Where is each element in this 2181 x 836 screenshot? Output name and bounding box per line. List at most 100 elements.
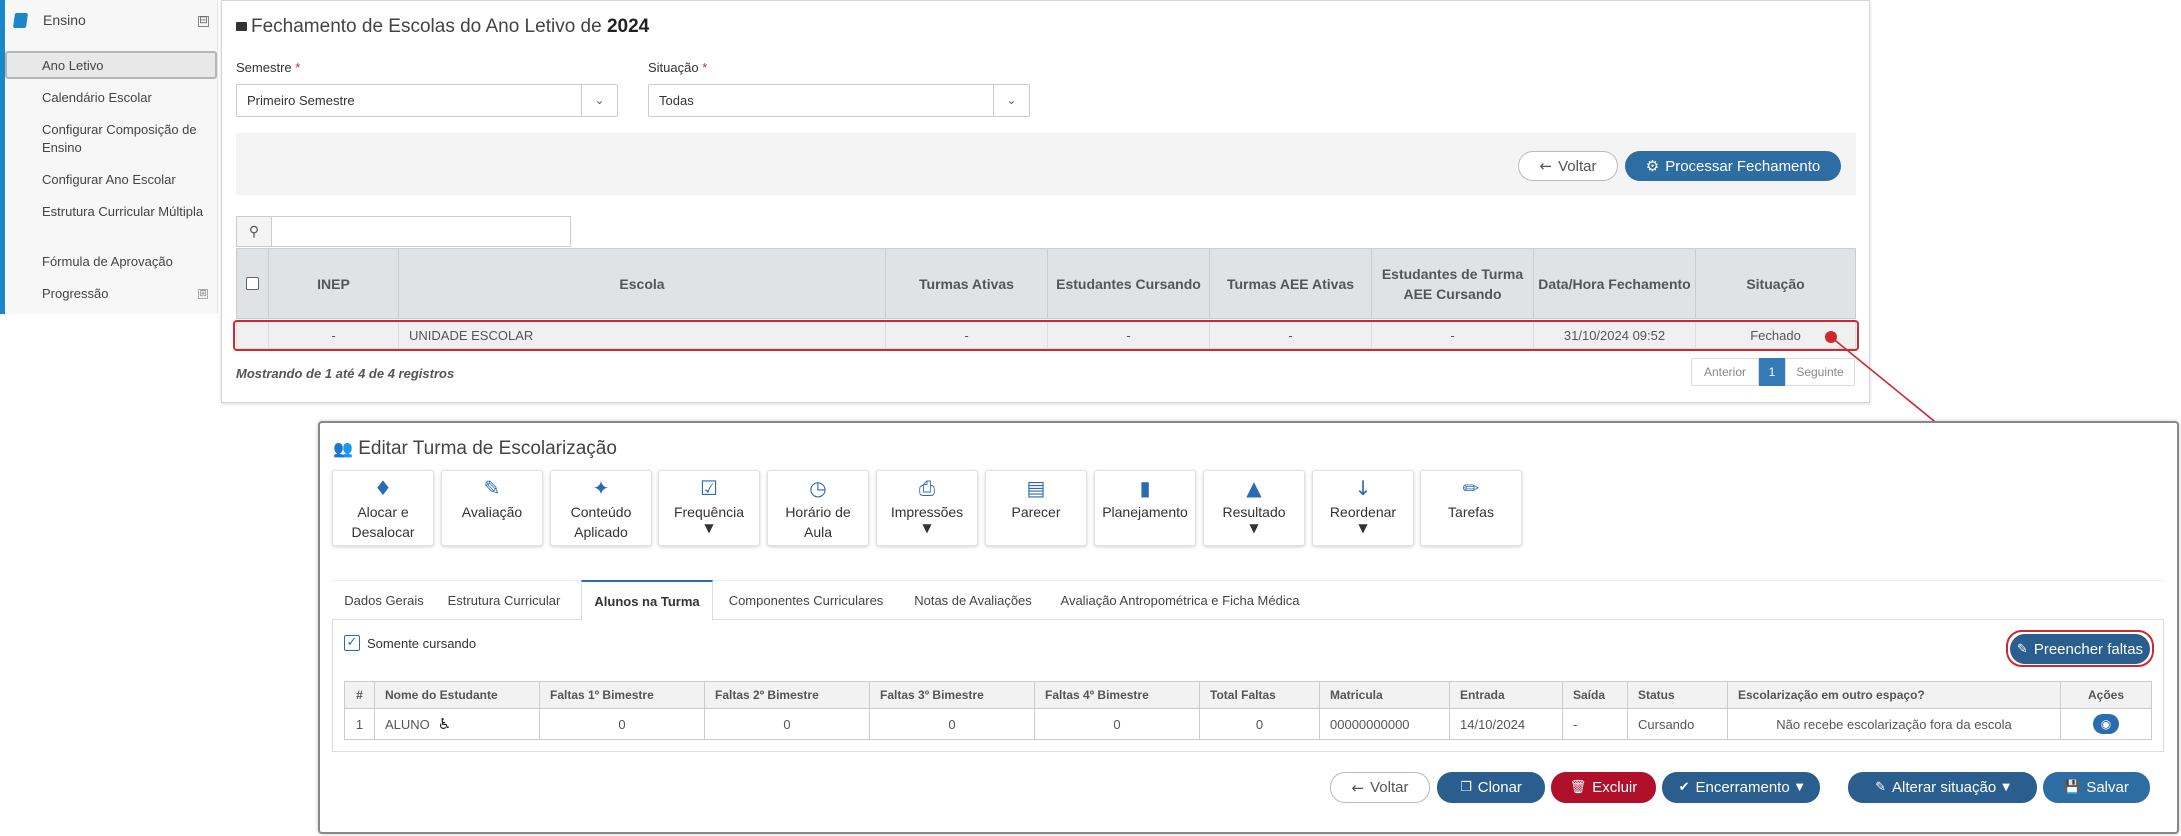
- column-header: Saída: [1563, 682, 1628, 708]
- accessibility-icon: ♿: [437, 715, 452, 733]
- check-icon: ✔: [1678, 780, 1690, 795]
- check-square-icon: ☑: [700, 476, 718, 500]
- column-header: Entrada: [1450, 682, 1563, 708]
- student-name: ALUNO: [385, 716, 430, 732]
- column-header: #: [345, 682, 375, 708]
- tile-alocar[interactable]: ♦ Alocar e Desalocar: [332, 470, 434, 546]
- student-number-cell: 1: [345, 709, 375, 739]
- student-name-cell: ALUNO ♿: [375, 709, 540, 739]
- back-button-label: Voltar: [1370, 779, 1409, 796]
- puzzle-icon: ♦: [374, 476, 392, 500]
- book-icon: ▮: [1139, 476, 1151, 500]
- change-status-label: Alterar situação: [1891, 779, 1997, 796]
- column-header: Faltas 2º Bimestre: [705, 682, 870, 708]
- tile-label: Resultado: [1222, 504, 1286, 520]
- tile-label: Horário de Aula: [785, 504, 851, 540]
- caret-down-icon: ▼: [2002, 782, 2010, 793]
- tab-componentes[interactable]: Componentes Curriculares: [718, 580, 894, 620]
- tile-parecer[interactable]: ▤ Parecer: [985, 470, 1087, 546]
- tile-label: Conteúdo Aplicado: [570, 504, 632, 540]
- delete-button[interactable]: 🗑 Excluir: [1551, 772, 1656, 803]
- sort-alpha-icon: ↓: [1354, 476, 1372, 500]
- tile-frequencia[interactable]: ☑ Frequência ▼: [658, 470, 760, 546]
- somente-cursando-filter[interactable]: ✓ Somente cursando: [344, 635, 476, 651]
- status-cell: Cursando: [1628, 709, 1728, 739]
- tile-avaliacao[interactable]: ✎ Avaliação: [441, 470, 543, 546]
- view-eye-icon[interactable]: ◉: [2093, 714, 2119, 734]
- tab-dados-gerais[interactable]: Dados Gerais: [334, 580, 434, 620]
- caret-down-icon: ▼: [1795, 782, 1804, 793]
- print-icon: ⎙: [919, 476, 935, 500]
- column-header: Ações: [2087, 688, 2125, 702]
- save-button-label: Salvar: [2086, 779, 2129, 796]
- tab-notas[interactable]: Notas de Avaliações: [902, 580, 1044, 620]
- actions-cell: ◉: [2061, 709, 2151, 739]
- tile-label: Tarefas: [1448, 504, 1494, 520]
- tab-antropometrica[interactable]: Avaliação Antropométrica e Ficha Médica: [1050, 580, 1310, 620]
- edit-icon: ✎: [483, 476, 501, 500]
- tile-conteudo[interactable]: ✦ Conteúdo Aplicado: [550, 470, 652, 546]
- tile-label: Planejamento: [1102, 504, 1188, 520]
- edit-icon: ✎: [1875, 780, 1886, 795]
- save-button[interactable]: 💾 Salvar: [2043, 772, 2150, 803]
- tab-alunos-na-turma[interactable]: Alunos na Turma: [581, 580, 713, 621]
- closure-dropdown-button[interactable]: ✔ Encerramento ▼: [1662, 772, 1820, 803]
- tile-planejamento[interactable]: ▮ Planejamento: [1094, 470, 1196, 546]
- clone-button-label: Clonar: [1477, 779, 1522, 796]
- column-header: Nome do Estudante: [375, 682, 540, 708]
- total-faltas-cell: 0: [1200, 709, 1320, 739]
- column-header: Faltas 1º Bimestre: [540, 682, 705, 708]
- arrow-left-icon: ←: [1351, 778, 1365, 797]
- caret-down-icon: ▼: [922, 521, 932, 535]
- document-icon: ▤: [1026, 476, 1046, 500]
- clone-button[interactable]: ❐ Clonar: [1437, 772, 1545, 803]
- caret-down-icon: ▼: [1358, 521, 1368, 535]
- column-header: Total Faltas: [1200, 682, 1320, 708]
- column-header: Matricula: [1320, 682, 1450, 708]
- column-header: Faltas 4º Bimestre: [1035, 682, 1200, 708]
- tile-horario[interactable]: ◷ Horário de Aula: [767, 470, 869, 546]
- tile-label: Reordenar: [1329, 504, 1397, 520]
- tile-label: Alocar e Desalocar: [351, 504, 415, 540]
- floppy-icon: 💾: [2064, 780, 2081, 795]
- saida-cell: -: [1563, 709, 1628, 739]
- tile-tarefas[interactable]: ✏ Tarefas: [1420, 470, 1522, 546]
- matricula-cell: 00000000000: [1320, 709, 1450, 739]
- somente-cursando-label: Somente cursando: [367, 635, 477, 651]
- caret-down-icon: ▼: [1249, 521, 1259, 535]
- table-row: 1 ALUNO ♿ 0 0 0 0 0 00000000000 14/10/20…: [344, 709, 2152, 740]
- tile-label: Parecer: [1011, 504, 1061, 520]
- column-header: Status: [1628, 682, 1728, 708]
- tile-label: Impressões: [890, 504, 964, 520]
- faltas-1-cell: 0: [540, 709, 705, 739]
- delete-button-label: Excluir: [1592, 779, 1638, 796]
- graduation-cap-icon: ▲: [1246, 476, 1262, 500]
- magic-wand-icon: ✦: [592, 476, 610, 500]
- fill-absences-highlight-annotation: [2006, 630, 2154, 667]
- tile-label: Avaliação: [461, 504, 523, 520]
- tile-label: Frequência: [673, 504, 745, 520]
- tile-impressoes[interactable]: ⎙ Impressões ▼: [876, 470, 978, 546]
- tab-estrutura-curricular[interactable]: Estrutura Curricular: [436, 580, 572, 620]
- change-status-dropdown-button[interactable]: ✎ Alterar situação ▼: [1848, 772, 2037, 803]
- clone-icon: ❐: [1460, 780, 1472, 795]
- users-icon: 👥: [333, 439, 353, 458]
- column-header: Faltas 3º Bimestre: [870, 682, 1035, 708]
- faltas-3-cell: 0: [870, 709, 1035, 739]
- trash-icon: 🗑: [1569, 780, 1587, 795]
- tile-reordenar[interactable]: ↓ Reordenar ▼: [1312, 470, 1414, 546]
- tile-resultado[interactable]: ▲ Resultado ▼: [1203, 470, 1305, 546]
- pencil-icon: ✏: [1462, 476, 1480, 500]
- entrada-cell: 14/10/2024: [1450, 709, 1563, 739]
- students-table-header: # Nome do Estudante Faltas 1º Bimestre F…: [344, 681, 2152, 709]
- edit-class-title: 👥 Editar Turma de Escolarização: [333, 438, 617, 460]
- somente-cursando-checkbox[interactable]: ✓: [344, 635, 360, 651]
- clock-icon: ◷: [809, 476, 827, 500]
- back-button[interactable]: ← Voltar: [1330, 772, 1430, 803]
- escolarizacao-cell: Não recebe escolarização fora da escola: [1728, 709, 2061, 739]
- edit-class-title-text: Editar Turma de Escolarização: [358, 438, 617, 459]
- column-header: Escolarização em outro espaço?: [1728, 682, 2061, 708]
- caret-down-icon: ▼: [704, 521, 714, 535]
- faltas-2-cell: 0: [705, 709, 870, 739]
- faltas-4-cell: 0: [1035, 709, 1200, 739]
